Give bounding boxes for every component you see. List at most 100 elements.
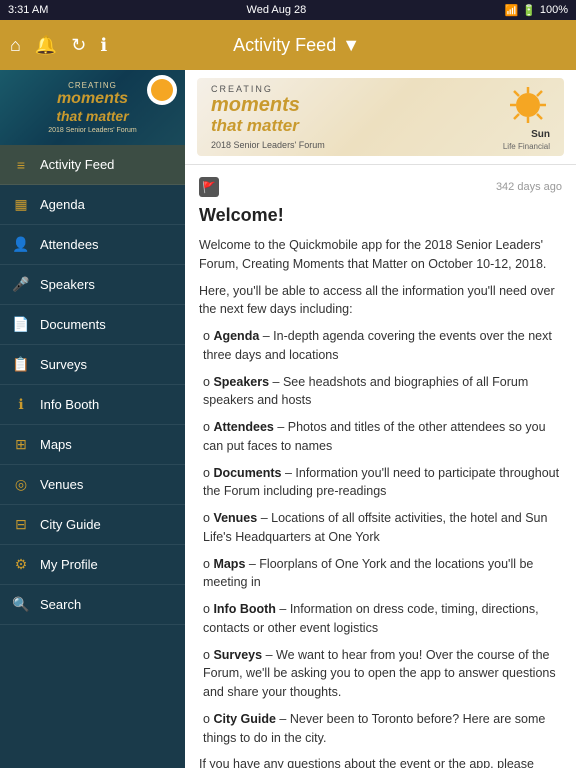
sidebar-item-info-booth[interactable]: ℹInfo Booth <box>0 385 185 425</box>
feature-item-8: o City Guide – Never been to Toronto bef… <box>199 710 562 748</box>
sidebar-item-label-speakers: Speakers <box>40 277 95 292</box>
sidebar-item-label-my-profile: My Profile <box>40 557 98 572</box>
banner-sunlife: Sun Life Financial <box>503 83 550 151</box>
sidebar-item-speakers[interactable]: 🎤 Speakers <box>0 265 185 305</box>
sidebar-item-surveys[interactable]: 📋 Surveys <box>0 345 185 385</box>
bell-icon[interactable]: 🔔 <box>35 35 57 56</box>
info-icon[interactable]: ℹ <box>100 35 107 56</box>
sidebar-item-my-profile[interactable]: ⚙ My Profile <box>0 545 185 585</box>
logo-forum: 2018 Senior Leaders' Forum <box>48 127 137 134</box>
sidebar-nav: ≡ Activity Feed ▦ Agenda 👤 Attendees 🎤 Speakers… <box>0 145 185 768</box>
search-icon: 🔍 <box>12 596 30 613</box>
feature-item-2: o Attendees – Photos and titles of the o… <box>199 418 562 456</box>
sidebar-item-label-attendees: Attendees <box>40 237 99 252</box>
chevron-down-icon: ▼ <box>342 35 360 56</box>
post-body: Welcome to the Quickmobile app for the 2… <box>199 236 562 768</box>
sidebar-item-documents[interactable]: 📄 Documents <box>0 305 185 345</box>
features-list: o Agenda – In-depth agenda covering the … <box>199 327 562 747</box>
documents-icon: 📄 <box>12 316 30 333</box>
feed-content: 🚩 342 days ago Welcome! Welcome to the Q… <box>185 165 576 768</box>
agenda-icon: ▦ <box>12 196 30 213</box>
feature-item-0: o Agenda – In-depth agenda covering the … <box>199 327 562 365</box>
city-guide-icon: ⊟ <box>12 516 30 533</box>
sidebar-item-label-documents: Documents <box>40 317 106 332</box>
venues-icon: ◎ <box>12 476 30 493</box>
activity-feed-icon: ≡ <box>12 157 30 173</box>
banner-creating: CREATING <box>211 84 503 94</box>
sidebar-item-label-activity-feed: Activity Feed <box>40 157 114 172</box>
banner-moments: moments <box>211 94 503 116</box>
feature-label-8: City Guide <box>213 712 276 726</box>
status-time: 3:31 AM <box>8 4 48 16</box>
sidebar-item-maps[interactable]: ⊞ Maps <box>0 425 185 465</box>
feature-label-2: Attendees <box>213 420 273 434</box>
sunlife-logo-icon <box>506 83 550 127</box>
post-flag-icon: 🚩 <box>199 177 219 197</box>
feature-label-3: Documents <box>213 466 281 480</box>
sidebar-item-label-search: Search <box>40 597 81 612</box>
maps-icon: ⊞ <box>12 436 30 453</box>
page-title[interactable]: Activity Feed ▼ <box>233 35 360 56</box>
status-bar: 3:31 AM Wed Aug 28 📶 🔋 100% <box>0 0 576 20</box>
info-booth-icon: ℹ <box>12 396 30 413</box>
banner-inner: CREATING moments that matter 2018 Senior… <box>197 78 564 156</box>
feature-item-6: o Info Booth – Information on dress code… <box>199 600 562 638</box>
speakers-icon: 🎤 <box>12 276 30 293</box>
feature-label-6: Info Booth <box>213 602 275 616</box>
sidebar-header: CREATING moments that matter 2018 Senior… <box>0 70 185 145</box>
feature-item-5: o Maps – Floorplans of One York and the … <box>199 555 562 593</box>
logo-moments: moments <box>57 90 128 108</box>
status-day: Wed Aug 28 <box>247 4 307 16</box>
logo-creating: CREATING <box>68 81 117 90</box>
sidebar-item-label-surveys: Surveys <box>40 357 87 372</box>
sunlife-sub: Life Financial <box>503 142 550 151</box>
banner-that-matter: that matter <box>211 116 503 136</box>
feature-label-5: Maps <box>213 557 245 571</box>
wifi-icon: 📶 <box>504 4 518 17</box>
sidebar-item-label-venues: Venues <box>40 477 83 492</box>
sidebar-item-city-guide[interactable]: ⊟ City Guide <box>0 505 185 545</box>
sidebar-item-agenda[interactable]: ▦ Agenda <box>0 185 185 225</box>
main-content: CREATING moments that matter 2018 Senior… <box>185 70 576 768</box>
battery-level: 100% <box>540 4 568 16</box>
top-nav-icons: ⌂ 🔔 ↻ ℹ <box>10 35 107 56</box>
sunlife-badge <box>147 75 177 105</box>
sidebar-item-activity-feed[interactable]: ≡ Activity Feed <box>0 145 185 185</box>
sidebar-item-label-agenda: Agenda <box>40 197 85 212</box>
post-footer: If you have any questions about the even… <box>199 755 562 768</box>
sunlife-circle <box>151 79 173 101</box>
feature-item-1: o Speakers – See headshots and biographi… <box>199 373 562 411</box>
top-nav: ⌂ 🔔 ↻ ℹ Activity Feed ▼ <box>0 20 576 70</box>
sunlife-name: Sun <box>531 129 550 140</box>
banner-forum: 2018 Senior Leaders' Forum <box>211 140 503 150</box>
attendees-icon: 👤 <box>12 236 30 253</box>
my-profile-icon: ⚙ <box>12 556 30 573</box>
feature-label-1: Speakers <box>213 375 269 389</box>
sidebar-item-attendees[interactable]: 👤 Attendees <box>0 225 185 265</box>
feature-item-4: o Venues – Locations of all offsite acti… <box>199 509 562 547</box>
logo-matter: that matter <box>56 108 128 124</box>
post-time: 342 days ago <box>496 181 562 193</box>
post-intro: Welcome to the Quickmobile app for the 2… <box>199 236 562 274</box>
sidebar-item-label-maps: Maps <box>40 437 72 452</box>
feature-label-4: Venues <box>213 511 257 525</box>
refresh-icon[interactable]: ↻ <box>71 35 86 56</box>
banner-image: CREATING moments that matter 2018 Senior… <box>185 70 576 165</box>
sidebar-item-label-city-guide: City Guide <box>40 517 101 532</box>
post-meta: 🚩 342 days ago <box>199 177 562 197</box>
post-body-text: Here, you'll be able to access all the i… <box>199 282 562 320</box>
battery-icon: 🔋 <box>522 4 536 17</box>
feature-label-7: Surveys <box>213 648 262 662</box>
home-icon[interactable]: ⌂ <box>10 35 21 56</box>
surveys-icon: 📋 <box>12 356 30 373</box>
sidebar-item-venues[interactable]: ◎ Venues <box>0 465 185 505</box>
feature-item-7: o Surveys – We want to hear from you! Ov… <box>199 646 562 702</box>
content-area: CREATING moments that matter 2018 Senior… <box>0 70 576 768</box>
post-title: Welcome! <box>199 205 562 226</box>
banner-text: CREATING moments that matter 2018 Senior… <box>211 84 503 150</box>
feature-item-3: o Documents – Information you'll need to… <box>199 464 562 502</box>
feature-label-0: Agenda <box>213 329 259 343</box>
sidebar-item-search[interactable]: 🔍 Search <box>0 585 185 625</box>
sidebar: CREATING moments that matter 2018 Senior… <box>0 70 185 768</box>
sidebar-logo: CREATING moments that matter 2018 Senior… <box>0 70 185 145</box>
